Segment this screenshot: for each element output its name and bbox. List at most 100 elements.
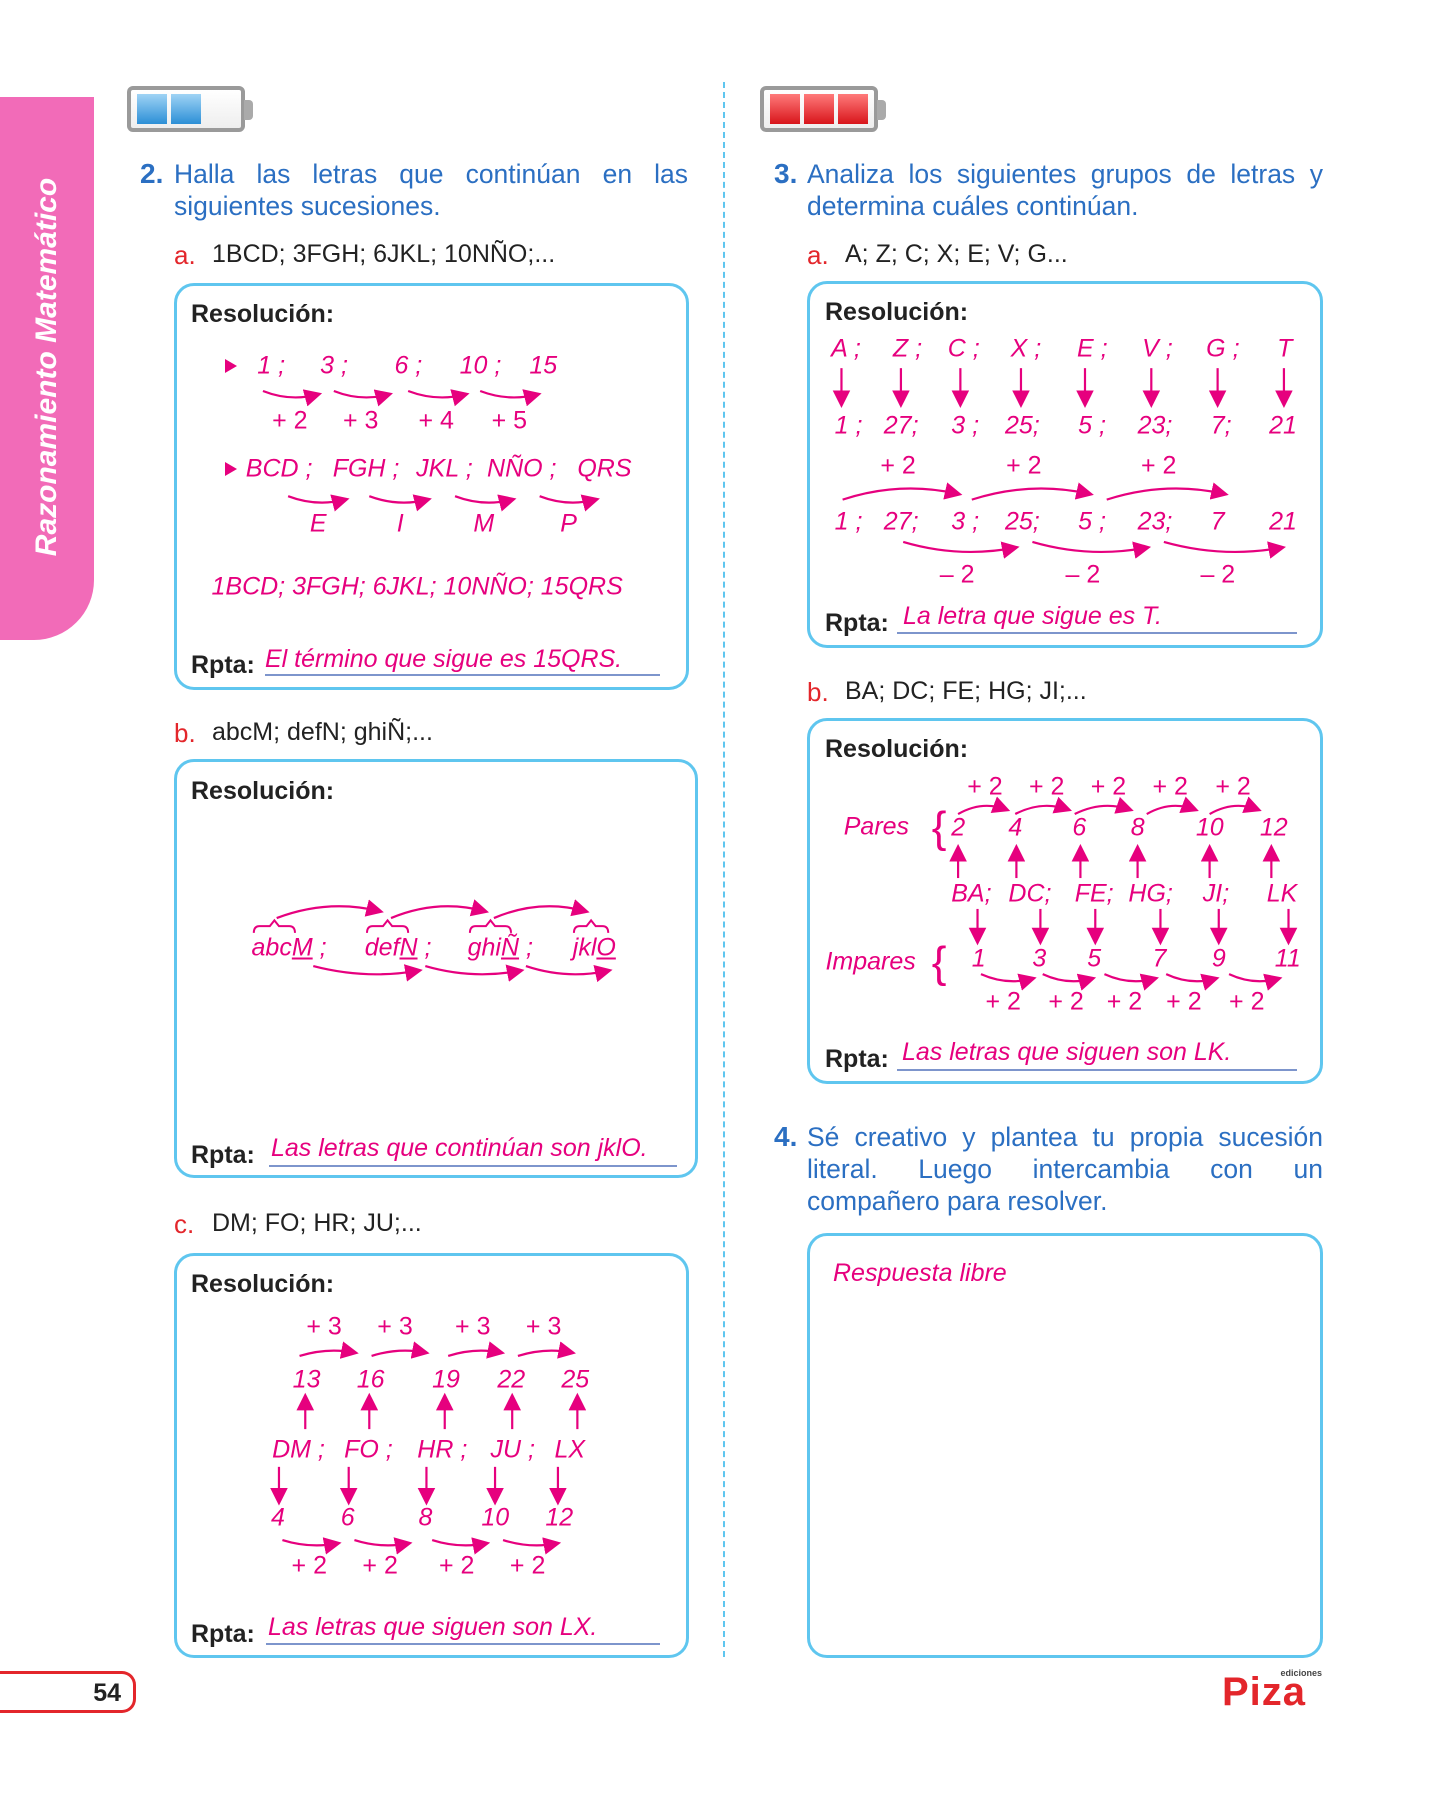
rpta-label: Rpta: bbox=[191, 1620, 255, 1648]
logo-brand: Piza bbox=[1222, 1670, 1307, 1714]
section-title: Razonamiento Matemático bbox=[30, 177, 63, 557]
number: 19 bbox=[432, 1365, 460, 1394]
resolution-label: Resolución: bbox=[191, 777, 335, 805]
position-number: 3 ; bbox=[951, 507, 980, 536]
difference-label: + 2 bbox=[967, 772, 1003, 801]
key-letter: M bbox=[291, 933, 313, 962]
position-number: 3 ; bbox=[951, 411, 980, 440]
answer-underline bbox=[266, 1643, 660, 1645]
sequence-term: jklO bbox=[573, 933, 616, 962]
skipped-letter: M bbox=[473, 509, 495, 538]
even-number: 6 bbox=[1072, 813, 1087, 842]
answer-text: Las letras que continúan son jklO. bbox=[271, 1134, 648, 1162]
letter: A ; bbox=[831, 334, 861, 363]
letter: Z ; bbox=[892, 334, 923, 363]
question-number: 2. bbox=[140, 158, 164, 189]
odd-number: 11 bbox=[1274, 944, 1301, 973]
page-number-badge: 54 bbox=[0, 1671, 136, 1713]
number: 8 bbox=[418, 1503, 433, 1532]
answer-text: Las letras que siguen son LK. bbox=[902, 1038, 1232, 1066]
letter: V ; bbox=[1142, 334, 1173, 363]
sequence-term: 1 ; bbox=[257, 351, 286, 380]
rpta-label: Rpta: bbox=[825, 1045, 889, 1073]
difference-label: + 2 bbox=[439, 1551, 475, 1580]
sequence-term: 10 ; bbox=[459, 351, 502, 380]
publisher-logo: ediciones Piza bbox=[1222, 1668, 1324, 1712]
position-number: 27; bbox=[883, 411, 919, 440]
letter-group: BCD ; bbox=[245, 454, 313, 483]
difference-label: – 2 bbox=[1065, 560, 1101, 589]
difference-label: + 2 bbox=[880, 451, 916, 480]
answer-text: La letra que sigue es T. bbox=[903, 602, 1162, 630]
letter-group: ghi bbox=[467, 933, 501, 962]
number: 6 bbox=[340, 1503, 355, 1532]
letter-group: NÑO ; bbox=[487, 454, 557, 483]
skipped-letter: I bbox=[396, 509, 404, 538]
difference-label: + 2 bbox=[1006, 451, 1042, 480]
letter-group: JKL ; bbox=[416, 454, 473, 483]
letter-pair: DC; bbox=[1008, 879, 1052, 908]
resolution-label: Resolución: bbox=[191, 1270, 335, 1298]
letter-pair: HR ; bbox=[417, 1435, 468, 1464]
question-number: 3. bbox=[774, 158, 798, 189]
skipped-letter: P bbox=[560, 509, 577, 538]
number: 12 bbox=[545, 1503, 574, 1532]
difference-label: – 2 bbox=[939, 560, 975, 589]
sequence-term: ghiÑ ; bbox=[468, 933, 533, 962]
difference-label: + 2 bbox=[1229, 987, 1265, 1016]
position-number: 1 ; bbox=[834, 411, 863, 440]
difference-label: + 3 bbox=[377, 1312, 413, 1341]
answer-underline bbox=[897, 632, 1297, 634]
subquestion-sequence: 1BCD; 3FGH; 6JKL; 10NÑO;... bbox=[212, 240, 556, 268]
answer-text: Las letras que siguen son LX. bbox=[268, 1613, 598, 1641]
difference-label: + 2 bbox=[1215, 772, 1251, 801]
separator: ; bbox=[312, 933, 327, 962]
sequence-term: 15 bbox=[529, 351, 558, 380]
resolution-label: Resolución: bbox=[191, 300, 335, 328]
key-letter: O bbox=[596, 933, 616, 962]
answer-text: El término que sigue es 15QRS. bbox=[265, 645, 623, 673]
even-number: 12 bbox=[1259, 813, 1288, 842]
answer-box-4[interactable] bbox=[807, 1233, 1323, 1658]
letter-pair: HG; bbox=[1128, 879, 1173, 908]
brace-icon: { bbox=[931, 937, 947, 987]
difficulty-battery-red-icon bbox=[760, 86, 886, 132]
answer-underline bbox=[265, 674, 660, 676]
difference-label: + 4 bbox=[418, 406, 454, 435]
brace-icon: { bbox=[931, 802, 947, 852]
letter-group: QRS bbox=[577, 454, 632, 483]
letter-pair: FO ; bbox=[344, 1435, 393, 1464]
completed-sequence: 1BCD; 3FGH; 6JKL; 10NÑO; 15QRS bbox=[211, 572, 623, 600]
letter-pair: FE; bbox=[1074, 879, 1114, 908]
difference-label: + 2 bbox=[1152, 772, 1188, 801]
number: 13 bbox=[292, 1365, 321, 1394]
number: 22 bbox=[497, 1365, 526, 1394]
resolution-label: Resolución: bbox=[825, 735, 969, 763]
difference-label: + 3 bbox=[525, 1312, 562, 1341]
difference-label: + 2 bbox=[362, 1551, 398, 1580]
question-text: Analiza los siguientes grupos de letras … bbox=[807, 159, 1323, 221]
subquestion-letter: a. bbox=[807, 240, 829, 270]
rpta-label: Rpta: bbox=[191, 1141, 255, 1169]
position-number: 5 ; bbox=[1078, 507, 1106, 536]
position-number: 21 bbox=[1269, 507, 1297, 536]
letter-pair: JU ; bbox=[490, 1435, 535, 1464]
difference-label: + 2 bbox=[1141, 451, 1177, 480]
separator: ; bbox=[519, 933, 533, 962]
page-number: 54 bbox=[93, 1679, 121, 1707]
bullet-triangle-icon bbox=[225, 461, 238, 476]
separator: ; bbox=[417, 933, 432, 962]
number: 25 bbox=[561, 1365, 590, 1394]
answer-underline bbox=[269, 1165, 677, 1167]
even-number: 2 bbox=[951, 813, 966, 842]
difference-label: + 2 bbox=[272, 406, 308, 435]
difference-label: + 2 bbox=[1106, 987, 1143, 1016]
difficulty-battery-blue-icon bbox=[127, 86, 253, 132]
position-number: 21 bbox=[1269, 411, 1297, 440]
difference-label: + 5 bbox=[491, 406, 528, 435]
question-number: 4. bbox=[774, 1121, 798, 1152]
letter: X ; bbox=[1010, 334, 1042, 363]
letter-pair: DM ; bbox=[272, 1435, 325, 1464]
letter-group: def bbox=[364, 933, 400, 962]
position-number: 25; bbox=[1004, 507, 1040, 536]
